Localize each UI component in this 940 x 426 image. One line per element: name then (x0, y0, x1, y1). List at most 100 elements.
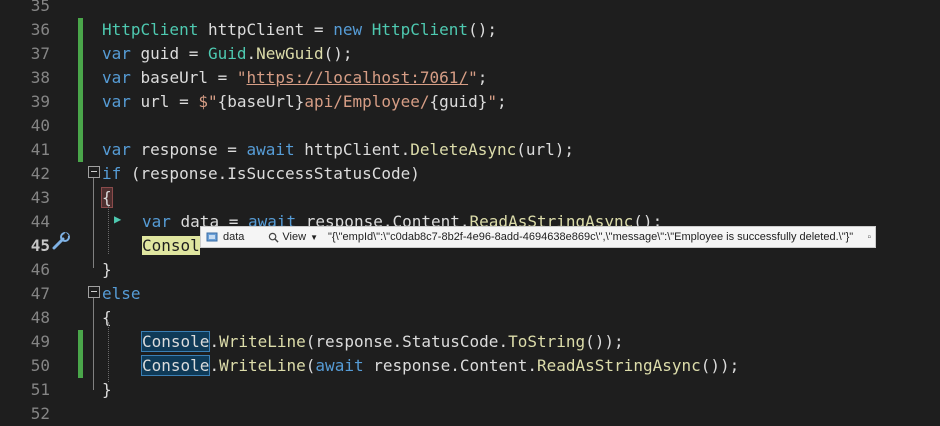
collapse-else-block-icon[interactable] (88, 286, 100, 298)
code-line[interactable]: 52 (0, 402, 940, 426)
line-number: 43 (30, 188, 50, 207)
line-code[interactable]: var url = $"{baseUrl}api/Employee/{guid}… (102, 90, 507, 114)
line-code[interactable]: HttpClient httpClient = new HttpClient()… (102, 18, 497, 42)
wrench-debug-icon[interactable] (50, 232, 72, 250)
code-line[interactable]: 36 HttpClient httpClient = new HttpClient… (0, 18, 940, 42)
datatip-view-button[interactable]: View ▼ (268, 231, 318, 243)
keyword: if (102, 164, 122, 183)
line-code[interactable]: { (102, 306, 112, 330)
indent-guide (108, 206, 109, 254)
change-indicator (78, 114, 83, 138)
line-code[interactable]: } (102, 378, 112, 402)
collapse-if-block-icon[interactable] (88, 166, 100, 178)
keyword: var (102, 44, 131, 63)
line-number: 47 (30, 284, 50, 303)
code-line[interactable]: 37 var guid = Guid.NewGuid(); (0, 42, 940, 66)
run-to-cursor-icon[interactable]: ▶ (114, 212, 121, 226)
code-line[interactable]: 49 Console.WriteLine(response.StatusCode.… (0, 330, 940, 354)
line-number: 40 (30, 116, 50, 135)
code-line[interactable]: 38 var baseUrl = "https://localhost:7061/… (0, 66, 940, 90)
line-code[interactable]: var baseUrl = "https://localhost:7061/"; (102, 66, 487, 90)
type-name: HttpClient (102, 20, 199, 39)
string-literal: " (468, 68, 478, 87)
data-tip[interactable]: data View ▼ "{\"empId\":\"c0dab8c7-8b2f-… (200, 226, 876, 248)
code-text: (url); (516, 140, 575, 159)
line-number: 49 (30, 332, 50, 351)
code-text: (); (323, 44, 353, 63)
line-number: 41 (30, 140, 50, 159)
code-line[interactable]: 43 { (0, 186, 940, 210)
pin-icon[interactable]: ▫ (867, 232, 871, 243)
code-line[interactable]: 42 if (response.IsSuccessStatusCode) (0, 162, 940, 186)
line-code[interactable]: if (response.IsSuccessStatusCode) (102, 162, 420, 186)
code-line[interactable]: 35 (0, 0, 940, 18)
code-line[interactable]: 47 else (0, 282, 940, 306)
chevron-down-icon: ▼ (310, 232, 318, 242)
method-name: ReadAsStringAsync (536, 356, 701, 375)
method-name: WriteLine (219, 356, 306, 375)
code-text: { (102, 308, 112, 327)
line-number: 36 (30, 20, 50, 39)
code-text: url = (130, 92, 199, 111)
code-line[interactable]: 40 (0, 114, 940, 138)
type-name: Guid (207, 44, 247, 63)
change-indicator (78, 354, 83, 378)
code-text: guid = (130, 44, 208, 63)
code-text: . (209, 356, 220, 375)
string-literal: api/Employee/ (304, 92, 430, 111)
code-line[interactable]: 39 var url = $"{baseUrl}api/Employee/{gui… (0, 90, 940, 114)
line-number: 37 (30, 44, 50, 63)
code-text: ; (477, 68, 488, 87)
line-number: 39 (30, 92, 50, 111)
method-name: WriteLine (219, 332, 306, 351)
datatip-view-label: View (282, 231, 307, 243)
string-literal: " (236, 68, 247, 87)
code-text: (response.IsSuccessStatusCode) (121, 164, 420, 183)
magnifier-icon (269, 232, 279, 243)
url-link: https://localhost:7061/ (246, 68, 469, 87)
datatip-variable-name: data (223, 231, 245, 243)
line-number: 38 (30, 68, 50, 87)
code-editor[interactable]: 35 36 HttpClient httpClient = new HttpClie… (0, 0, 940, 423)
code-text: . (209, 332, 220, 351)
string-literal: " (487, 92, 497, 111)
line-code[interactable]: { (101, 186, 113, 210)
method-name: ToString (508, 332, 586, 351)
change-indicator (78, 18, 83, 42)
keyword: await (246, 140, 295, 159)
line-number: 45 (30, 236, 50, 255)
datatip-value[interactable]: "{\"empId\":\"c0dab8c7-8b2f-4e96-8add-46… (328, 231, 853, 243)
line-code[interactable]: var guid = Guid.NewGuid(); (102, 42, 352, 66)
keyword: var (102, 68, 131, 87)
code-text: httpClient. (294, 140, 411, 159)
code-line[interactable]: 48 { (0, 306, 940, 330)
line-code[interactable]: Consol (142, 234, 200, 258)
code-text: ( (305, 356, 316, 375)
line-code[interactable]: Console.WriteLine(response.StatusCode.To… (140, 330, 624, 354)
code-line[interactable]: 46} (0, 258, 940, 282)
code-line[interactable]: 51} (0, 378, 940, 402)
method-name: DeleteAsync (410, 140, 517, 159)
code-text: ; (496, 92, 507, 111)
code-text: response.Content. (363, 356, 537, 375)
code-text: ()); (700, 356, 740, 375)
else-block-outline (93, 298, 94, 390)
change-indicator (78, 66, 83, 90)
line-number: 48 (30, 308, 50, 327)
line-number: 52 (30, 404, 50, 423)
method-name: NewGuid (256, 44, 324, 63)
keyword: var (102, 92, 131, 111)
line-number: 46 (30, 260, 50, 279)
line-code[interactable]: Console.WriteLine(await response.Content… (140, 354, 740, 378)
type-name: HttpClient (371, 20, 469, 39)
code-line[interactable]: 41 var response = await httpClient.Delete… (0, 138, 940, 162)
console-class-ref: Console (140, 355, 211, 376)
code-text: baseUrl = (130, 68, 237, 87)
code-line[interactable]: 50 Console.WriteLine(await response.Conte… (0, 354, 940, 378)
line-number: 50 (30, 356, 50, 375)
line-code[interactable]: } (102, 258, 112, 282)
line-code[interactable]: var response = await httpClient.DeleteAs… (102, 138, 574, 162)
if-block-outline (93, 178, 94, 268)
line-code[interactable]: else (102, 282, 141, 306)
